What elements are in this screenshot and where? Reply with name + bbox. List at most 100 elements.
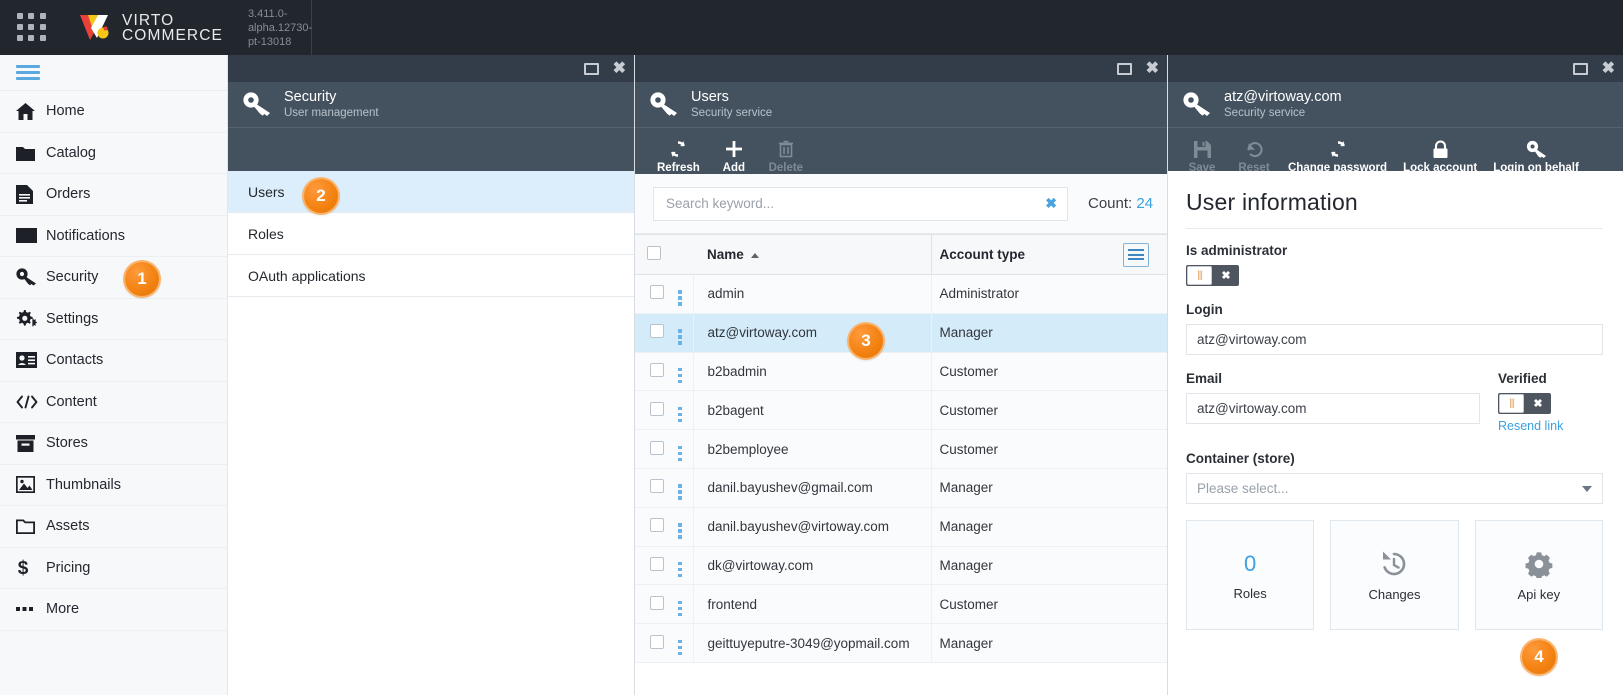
reset-button[interactable]: Reset [1228, 137, 1280, 174]
row-account-type: Manager [930, 507, 1119, 547]
api-key-card[interactable]: Api key [1474, 520, 1603, 630]
detail-blade-title: atz@virtoway.com [1224, 88, 1342, 105]
row-checkbox[interactable] [650, 440, 664, 455]
delete-button[interactable]: Delete [760, 137, 812, 174]
row-checkbox[interactable] [650, 479, 664, 494]
save-icon [1193, 137, 1212, 161]
select-all-checkbox[interactable] [647, 246, 661, 260]
name-column-header[interactable]: Name [693, 234, 932, 275]
table-row[interactable]: danil.bayushev@gmail.com Manager [635, 468, 1167, 508]
row-checkbox[interactable] [650, 401, 664, 416]
svg-text:$: $ [18, 558, 29, 577]
clear-x-icon[interactable]: ✖ [1039, 195, 1057, 212]
refresh-button[interactable]: Refresh [649, 137, 708, 174]
change-password-button[interactable]: Change password [1280, 137, 1395, 174]
brand-logo[interactable]: VIRTO COMMERCE [78, 12, 223, 43]
row-menu-icon[interactable] [678, 523, 682, 539]
container-store-select[interactable]: Please select... [1186, 473, 1603, 504]
security-menu-item-roles[interactable]: Roles [228, 213, 634, 255]
row-menu-icon[interactable] [678, 639, 682, 656]
sidebar-item-orders[interactable]: Orders [0, 174, 227, 216]
sidebar-item-label: Home [46, 103, 85, 120]
row-menu-icon[interactable] [678, 445, 682, 462]
envelope-icon [16, 228, 46, 244]
search-input[interactable] [666, 196, 1040, 211]
changes-card[interactable]: Changes [1330, 520, 1459, 630]
close-icon[interactable]: ✖ [1602, 60, 1615, 76]
save-button[interactable]: Save [1176, 137, 1228, 174]
close-icon[interactable]: ✖ [1146, 60, 1159, 76]
page-title: User information [1186, 189, 1358, 215]
search-input-wrapper[interactable]: ✖ [653, 186, 1068, 221]
row-checkbox[interactable] [650, 285, 664, 300]
row-checkbox[interactable] [650, 362, 664, 377]
table-row[interactable]: danil.bayushev@virtoway.com Manager [635, 507, 1167, 547]
table-row[interactable]: frontend Customer [635, 584, 1167, 625]
hamburger-icon[interactable] [16, 62, 40, 83]
is-administrator-toggle[interactable]: ||| ✖ [1186, 265, 1239, 286]
row-menu-icon[interactable] [678, 406, 682, 423]
sidebar-item-thumbnails[interactable]: Thumbnails [0, 465, 227, 506]
restore-icon[interactable] [1116, 62, 1132, 75]
table-row[interactable]: geittuyeputre-3049@yopmail.com Manager [635, 623, 1167, 663]
account-type-header-label: Account type [939, 247, 1026, 262]
row-menu-icon[interactable] [678, 367, 682, 384]
row-checkbox[interactable] [650, 324, 664, 339]
table-row[interactable]: b2bemployee Customer [635, 429, 1167, 469]
sidebar-item-contacts[interactable]: Contacts [0, 340, 227, 382]
sidebar-item-assets[interactable]: Assets [0, 506, 227, 548]
security-menu-item-oauth[interactable]: OAuth applications [228, 255, 634, 297]
sidebar-item-notifications[interactable]: Notifications [0, 216, 227, 257]
row-menu-icon[interactable] [678, 484, 682, 500]
row-account-type: Customer [930, 429, 1119, 469]
sidebar-item-content[interactable]: Content [0, 382, 227, 423]
sidebar-item-security[interactable]: Security [0, 257, 227, 299]
close-icon[interactable]: ✖ [613, 60, 626, 76]
ellipsis-icon [16, 606, 46, 612]
login-field[interactable]: atz@virtoway.com [1186, 324, 1603, 355]
login-on-behalf-button[interactable]: Login on behalf [1485, 137, 1587, 174]
resend-link[interactable]: Resend link [1498, 419, 1603, 433]
code-brackets-icon [16, 395, 46, 409]
row-checkbox[interactable] [650, 518, 664, 533]
sidebar-item-more[interactable]: More [0, 589, 227, 631]
row-checkbox[interactable] [650, 556, 664, 571]
sidebar-item-pricing[interactable]: $ Pricing [0, 548, 227, 589]
restore-icon[interactable] [583, 62, 599, 75]
sidebar-item-label: Thumbnails [46, 476, 121, 493]
row-select-cell [635, 390, 667, 431]
table-row[interactable]: dk@virtoway.com Manager [635, 546, 1167, 586]
sidebar-item-stores[interactable]: Stores [0, 423, 227, 465]
restore-icon[interactable] [1572, 62, 1588, 75]
row-checkbox[interactable] [650, 634, 664, 649]
sidebar-item-home[interactable]: Home [0, 91, 227, 133]
row-menu-icon[interactable] [678, 600, 682, 617]
grid-apps-icon[interactable] [17, 12, 47, 43]
row-account-type: Customer [930, 352, 1119, 392]
sidebar-item-catalog[interactable]: Catalog [0, 133, 227, 174]
table-row[interactable]: admin Administrator [635, 274, 1167, 314]
row-account-type: Manager [930, 546, 1119, 586]
security-menu-item-users[interactable]: Users [228, 171, 634, 213]
roles-card-label: Roles [1233, 586, 1267, 601]
account-type-column-header[interactable]: Account type [930, 234, 1119, 275]
row-name: b2bagent [693, 390, 931, 431]
table-row[interactable]: b2bagent Customer [635, 390, 1167, 431]
email-field[interactable]: atz@virtoway.com [1186, 393, 1480, 424]
row-name: frontend [693, 584, 931, 625]
row-spacer [1119, 623, 1167, 663]
column-settings-icon[interactable] [1123, 242, 1149, 267]
add-button[interactable]: Add [708, 137, 760, 174]
row-menu-icon[interactable] [678, 290, 682, 306]
lock-account-button[interactable]: Lock account [1395, 137, 1485, 174]
roles-card[interactable]: 0 Roles [1186, 520, 1315, 630]
row-menu-icon[interactable] [678, 561, 682, 578]
row-checkbox[interactable] [650, 595, 664, 610]
step-badge-1: 1 [125, 262, 159, 296]
row-menu-icon[interactable] [678, 329, 682, 345]
table-row[interactable]: atz@virtoway.com Manager [635, 313, 1167, 353]
table-row[interactable]: b2badmin Customer [635, 352, 1167, 392]
row-account-type: Manager [930, 468, 1119, 508]
verified-toggle[interactable]: ||| ✖ [1498, 393, 1551, 414]
sidebar-item-settings[interactable]: Settings [0, 299, 227, 340]
